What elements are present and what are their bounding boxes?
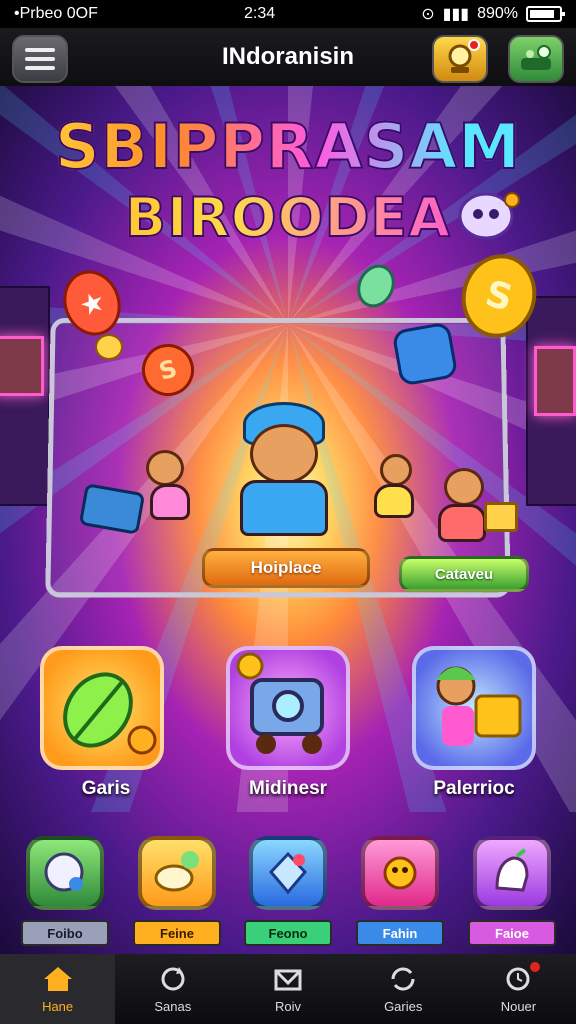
game-icon (521, 45, 551, 70)
right-neon-sign (534, 346, 576, 416)
app-title: INdoranisin (221, 43, 354, 70)
left-neon-sign (0, 336, 44, 396)
crystal-icon (268, 851, 308, 895)
glove-icon (495, 848, 529, 892)
robot-cart-icon (236, 652, 324, 754)
quick-action-feono[interactable] (249, 836, 327, 910)
hamburger-icon (25, 48, 55, 70)
notification-badge (468, 39, 480, 51)
quick-action-faioe[interactable] (473, 836, 551, 910)
game-lobby: SBIPPRASAM BIROODEA ★ S S Hoiplace Catav… (0, 86, 576, 954)
game-menu-button[interactable] (508, 35, 564, 83)
battery-icon (526, 6, 565, 22)
small-coin-icon (95, 334, 123, 360)
quick-label-foibo: Foibo (21, 920, 109, 946)
quick-action-feine[interactable] (138, 836, 216, 910)
star-creature-icon (383, 856, 417, 890)
nav-garies[interactable]: Garies (346, 954, 461, 1024)
refresh-icon (161, 966, 185, 990)
quick-label-fahin: Fahin (356, 920, 444, 946)
quick-label-feono: Feono (244, 920, 332, 946)
quick-label-feine: Feine (133, 920, 221, 946)
mascot-icon (458, 192, 520, 240)
nav-home[interactable]: Hane (0, 954, 116, 1024)
notification-button[interactable] (432, 35, 488, 83)
feature-label-midinesr: Midinesr (248, 778, 328, 799)
character-box-icon (436, 666, 522, 746)
feature-tile-midinesr[interactable] (226, 646, 350, 770)
left-kid-face (146, 450, 184, 486)
status-time: 2:34 (243, 5, 276, 22)
play-button[interactable]: Hoiplace (202, 548, 370, 588)
shoe-icon (154, 851, 199, 892)
left-kid-body (150, 484, 190, 520)
catalog-button[interactable]: Cataveu (399, 556, 529, 592)
mail-icon (274, 969, 302, 990)
app-bar: INdoranisin (0, 28, 576, 86)
quick-action-fahin[interactable] (361, 836, 439, 910)
nav-notification-dot (530, 962, 541, 972)
gift-box-icon (484, 502, 518, 532)
wifi-icon: ⊙ (421, 6, 435, 23)
girl-face (444, 468, 484, 506)
speaker-gadget-icon (391, 321, 459, 387)
girl-body (438, 504, 486, 542)
game-logo-line1: SBIPPRASAM (0, 109, 576, 184)
feature-tile-palerrioc[interactable] (412, 646, 536, 770)
signal-icon: ▮▮▮ (442, 6, 470, 23)
nav-sanas[interactable]: Sanas (115, 954, 230, 1024)
quick-action-foibo[interactable] (26, 836, 104, 910)
feature-label-garis: Garis (81, 778, 131, 799)
bottom-nav: Hane Sanas Roiv Garies Nouer (0, 954, 576, 1024)
feature-label-palerrioc: Palerrioc (433, 778, 515, 799)
right-kid-face (380, 454, 412, 486)
menu-button[interactable] (12, 35, 68, 83)
hero-face (250, 424, 318, 484)
nav-home-label: Hane (42, 998, 74, 1014)
status-bar: •Prbeo 0OF 2:34 ⊙ ▮▮▮ 890% (0, 0, 576, 28)
hero-body (240, 480, 328, 536)
right-kid-body (374, 484, 414, 518)
left-building (0, 286, 50, 506)
nav-nouer[interactable]: Nouer (461, 954, 576, 1024)
battery-percent: 890% (477, 5, 518, 22)
status-left-text: •Prbeo 0OF (14, 5, 98, 22)
gem-icon (44, 852, 84, 892)
home-icon (43, 966, 72, 991)
nav-nouer-label: Nouer (500, 998, 537, 1014)
nav-sanas-label: Sanas (154, 998, 192, 1014)
feature-tile-garis[interactable] (40, 646, 164, 770)
sync-icon (391, 967, 415, 990)
nav-roiv[interactable]: Roiv (230, 954, 345, 1024)
nav-garies-label: Garies (384, 998, 423, 1014)
nav-roiv-label: Roiv (275, 998, 302, 1014)
quick-label-faioe: Faioe (468, 920, 556, 946)
leaf-icon (63, 672, 157, 755)
status-right: ⊙ ▮▮▮ 890% (421, 4, 565, 24)
